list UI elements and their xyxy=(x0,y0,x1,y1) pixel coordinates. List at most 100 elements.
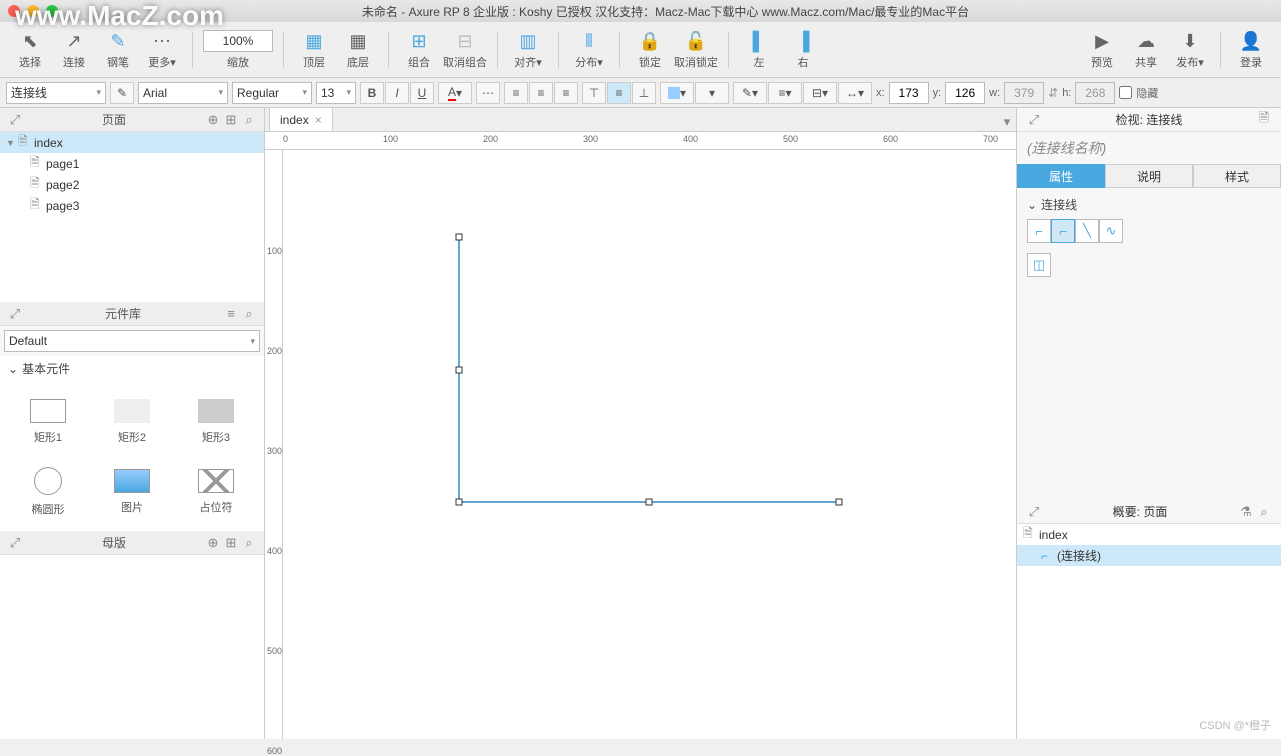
library-panel-header: ⤢ 元件库 ≡ ⌕ xyxy=(0,302,264,326)
collapse-icon[interactable]: ⤢ xyxy=(1025,111,1043,129)
menu-icon[interactable]: ≡ xyxy=(222,305,240,323)
note-icon[interactable]: 🗎 xyxy=(1255,111,1273,129)
widget-placeholder[interactable]: 占位符 xyxy=(174,457,258,527)
valign-middle[interactable]: ≡ xyxy=(607,82,631,104)
more-text-button[interactable]: ⋯ xyxy=(476,82,500,104)
publish-button[interactable]: ⬇发布▾ xyxy=(1170,25,1210,75)
more-tools[interactable]: ⋯更多▾ xyxy=(142,25,182,75)
widget-rect3[interactable]: 矩形3 xyxy=(174,387,258,457)
fill-color-button[interactable]: ▾ xyxy=(660,82,694,104)
outline-item-connector[interactable]: ⌐(连接线) xyxy=(1017,545,1281,566)
y-input[interactable] xyxy=(945,82,985,104)
shadow-button[interactable]: ▾ xyxy=(695,82,729,104)
lock-button[interactable]: 🔒锁定 xyxy=(630,25,670,75)
connector-style-4[interactable]: ∿ xyxy=(1099,219,1123,243)
underline-button[interactable]: U xyxy=(410,82,434,104)
collapse-icon[interactable]: ⤢ xyxy=(6,305,24,323)
page-item-page3[interactable]: 🗎page3 xyxy=(0,195,264,216)
line-width-button[interactable]: ≡▾ xyxy=(768,82,802,104)
connector-style-2[interactable]: ⌐ xyxy=(1051,219,1075,243)
add-folder-icon[interactable]: ⊞ xyxy=(222,534,240,552)
search-icon[interactable]: ⌕ xyxy=(240,534,258,552)
share-button[interactable]: ☁共享 xyxy=(1126,25,1166,75)
valign-top[interactable]: ⊤ xyxy=(582,82,606,104)
handle[interactable] xyxy=(646,499,653,506)
page-item-page2[interactable]: 🗎page2 xyxy=(0,174,264,195)
minimize-icon[interactable] xyxy=(27,5,39,17)
font-select[interactable]: Arial xyxy=(138,82,228,104)
widget-rect2[interactable]: 矩形2 xyxy=(90,387,174,457)
shape-select[interactable]: 连接线 xyxy=(6,82,106,104)
handle[interactable] xyxy=(456,234,463,241)
pen-tool[interactable]: ✎钢笔 xyxy=(98,25,138,75)
unlock-button[interactable]: 🔓取消锁定 xyxy=(674,25,718,75)
handle[interactable] xyxy=(456,367,463,374)
connector-style-3[interactable]: ╲ xyxy=(1075,219,1099,243)
widget-name-input[interactable]: (连接线名称) xyxy=(1017,132,1281,164)
add-master-icon[interactable]: ⊕ xyxy=(204,534,222,552)
add-page-icon[interactable]: ⊕ xyxy=(204,111,222,129)
handle[interactable] xyxy=(456,499,463,506)
tab-menu-icon[interactable]: ▾ xyxy=(998,113,1016,131)
login-button[interactable]: 👤登录 xyxy=(1231,25,1271,75)
bring-front-button[interactable]: ▦顶层 xyxy=(294,25,334,75)
weight-select[interactable]: Regular xyxy=(232,82,312,104)
italic-button[interactable]: I xyxy=(385,82,409,104)
send-back-button[interactable]: ▦底层 xyxy=(338,25,378,75)
connector-line[interactable] xyxy=(283,150,1013,739)
outline-item-index[interactable]: 🗎index xyxy=(1017,524,1281,545)
add-folder-icon[interactable]: ⊞ xyxy=(222,111,240,129)
widget-ellipse[interactable]: 椭圆形 xyxy=(6,457,90,527)
valign-bottom[interactable]: ⊥ xyxy=(632,82,656,104)
canvas[interactable] xyxy=(283,150,1016,739)
size-select[interactable]: 13 xyxy=(316,82,356,104)
line-color-button[interactable]: ✎▾ xyxy=(733,82,767,104)
tab-index[interactable]: index× xyxy=(269,107,333,131)
widget-rect1[interactable]: 矩形1 xyxy=(6,387,90,457)
align-right-text[interactable]: ≡ xyxy=(554,82,578,104)
link-wh-icon[interactable]: ⇵ xyxy=(1048,86,1058,100)
group-button[interactable]: ⊞组合 xyxy=(399,25,439,75)
align-button[interactable]: ▥对齐▾ xyxy=(508,25,548,75)
bold-button[interactable]: B xyxy=(360,82,384,104)
close-tab-icon[interactable]: × xyxy=(315,113,322,127)
connect-tool[interactable]: ↗连接 xyxy=(54,25,94,75)
preview-button[interactable]: ▶预览 xyxy=(1082,25,1122,75)
zoom-input[interactable]: 100% xyxy=(203,30,273,52)
page-item-index[interactable]: ▼🗎index xyxy=(0,132,264,153)
widget-image[interactable]: 图片 xyxy=(90,457,174,527)
paste-style-button[interactable]: ✎ xyxy=(110,82,134,104)
connector-style-1[interactable]: ⌐ xyxy=(1027,219,1051,243)
search-icon[interactable]: ⌕ xyxy=(240,305,258,323)
hide-checkbox[interactable] xyxy=(1119,86,1132,99)
distribute-button[interactable]: ⦀分布▾ xyxy=(569,25,609,75)
maximize-icon[interactable] xyxy=(46,5,58,17)
align-right-button[interactable]: ▐右 xyxy=(783,25,823,75)
select-tool[interactable]: ⬉选择 xyxy=(10,25,50,75)
cloud-icon: ☁ xyxy=(1134,30,1158,54)
tab-properties[interactable]: 属性 xyxy=(1017,164,1105,188)
handle[interactable] xyxy=(836,499,843,506)
collapse-icon[interactable]: ⤢ xyxy=(1025,503,1043,521)
filter-icon[interactable]: ⚗ xyxy=(1237,503,1255,521)
library-section[interactable]: ⌄基本元件 xyxy=(0,356,264,381)
collapse-icon[interactable]: ⤢ xyxy=(6,534,24,552)
x-input[interactable] xyxy=(889,82,929,104)
connector-reverse[interactable]: ◫ xyxy=(1027,253,1051,277)
search-icon[interactable]: ⌕ xyxy=(1255,503,1273,521)
section-header[interactable]: ⌄连接线 xyxy=(1027,196,1271,213)
ungroup-button[interactable]: ⊟取消组合 xyxy=(443,25,487,75)
close-icon[interactable] xyxy=(8,5,20,17)
arrow-button[interactable]: ↔▾ xyxy=(838,82,872,104)
tab-notes[interactable]: 说明 xyxy=(1105,164,1193,188)
tab-style[interactable]: 样式 xyxy=(1193,164,1281,188)
line-style-button[interactable]: ⊟▾ xyxy=(803,82,837,104)
align-center-text[interactable]: ≡ xyxy=(529,82,553,104)
text-color-button[interactable]: A▾ xyxy=(438,82,472,104)
search-icon[interactable]: ⌕ xyxy=(240,111,258,129)
page-item-page1[interactable]: 🗎page1 xyxy=(0,153,264,174)
library-select[interactable]: Default xyxy=(4,330,260,352)
align-left-text[interactable]: ≡ xyxy=(504,82,528,104)
align-left-button[interactable]: ▌左 xyxy=(739,25,779,75)
collapse-icon[interactable]: ⤢ xyxy=(6,111,24,129)
